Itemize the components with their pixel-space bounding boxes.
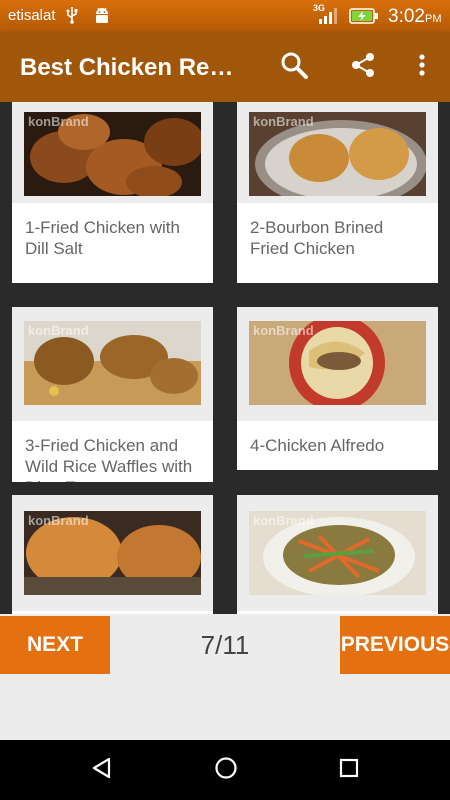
thumb-watermark: konBrand <box>253 513 314 528</box>
previous-button[interactable]: PREVIOUS <box>340 616 450 674</box>
app-title: Best Chicken Recipes <box>20 54 245 81</box>
recipe-thumbnail: konBrand <box>249 112 426 196</box>
search-button[interactable] <box>276 49 312 85</box>
back-icon <box>90 756 114 785</box>
carrier-name: etisalat <box>8 7 56 24</box>
clock: 3:02PM <box>388 6 441 28</box>
back-button[interactable] <box>87 756 117 784</box>
recipe-thumbnail: konBrand <box>24 321 201 405</box>
recipe-card[interactable]: konBrand 1-Fried Chicken with Dill Salt <box>12 102 213 283</box>
thumb-watermark: konBrand <box>28 323 89 338</box>
thumb-watermark: konBrand <box>28 513 89 528</box>
overflow-menu-button[interactable] <box>408 49 436 85</box>
recipe-thumbnail: konBrand <box>24 112 201 196</box>
recipe-thumbnail: konBrand <box>249 321 426 405</box>
clock-time: 3:02 <box>388 6 425 27</box>
clock-ampm: PM <box>424 13 442 25</box>
page-indicator: 7/11 <box>200 630 250 660</box>
signal-icon <box>318 8 340 29</box>
battery-charging-icon <box>349 8 379 29</box>
recipe-title: 3-Fried Chicken and Wild Rice Waffles wi… <box>12 421 213 482</box>
recipe-card[interactable]: konBrand <box>237 495 438 614</box>
share-button[interactable] <box>345 49 381 85</box>
home-button[interactable] <box>211 756 241 784</box>
recipe-thumbnail: konBrand <box>249 511 426 595</box>
thumb-watermark: konBrand <box>253 114 314 129</box>
system-nav-bar <box>0 740 450 800</box>
recents-button[interactable] <box>334 756 364 784</box>
thumb-watermark: konBrand <box>253 323 314 338</box>
recipe-thumbnail: konBrand <box>24 511 201 595</box>
home-icon <box>214 756 238 785</box>
more-vert-icon <box>418 53 426 82</box>
recipe-card[interactable]: konBrand 4-Chicken Alfredo <box>237 307 438 470</box>
recipe-grid[interactable]: konBrand 1-Fried Chicken with Dill Salt … <box>0 102 450 614</box>
recipe-card[interactable]: konBrand <box>12 495 213 614</box>
recipe-card[interactable]: konBrand 3-Fried Chicken and Wild Rice W… <box>12 307 213 482</box>
pager-bar: NEXT 7/11 PREVIOUS <box>0 614 450 740</box>
next-button[interactable]: NEXT <box>0 616 110 674</box>
recipe-title: 1-Fried Chicken with Dill Salt <box>12 203 213 283</box>
thumb-watermark: konBrand <box>28 114 89 129</box>
status-bar: etisalat 3G 3:02PM <box>0 0 450 32</box>
android-icon <box>93 5 111 30</box>
share-icon <box>348 50 378 85</box>
search-icon <box>279 50 309 85</box>
app-bar: Best Chicken Recipes <box>0 32 450 102</box>
recipe-title: 4-Chicken Alfredo <box>237 421 438 470</box>
usb-icon <box>65 6 79 29</box>
recipe-title: 2-Bourbon Brined Fried Chicken <box>237 203 438 283</box>
recents-icon <box>337 756 361 785</box>
recipe-card[interactable]: konBrand 2-Bourbon Brined Fried Chicken <box>237 102 438 283</box>
